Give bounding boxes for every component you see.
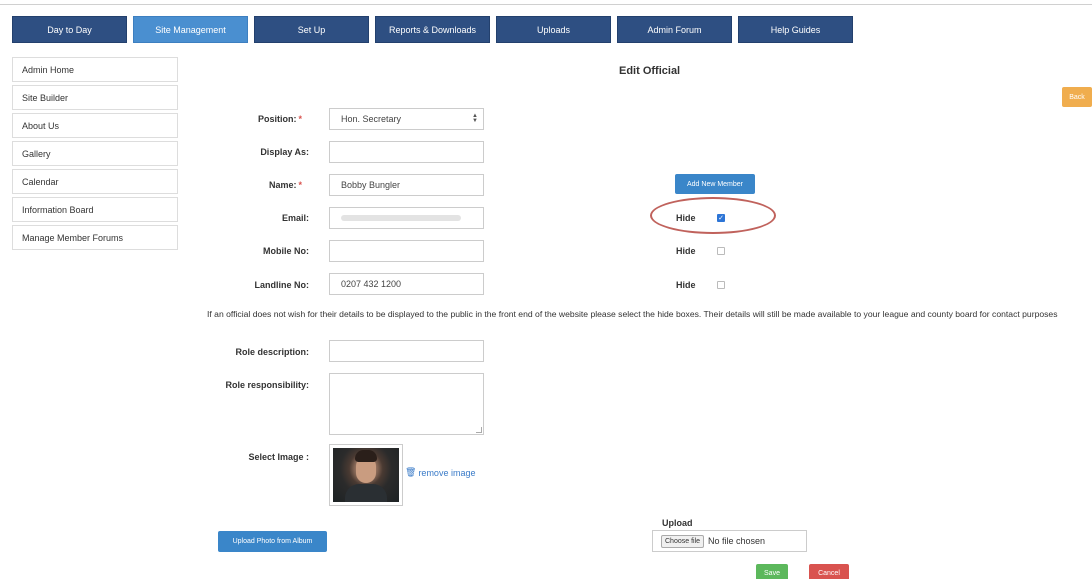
nav-site-management[interactable]: Site Management — [133, 16, 248, 43]
nav-help-guides[interactable]: Help Guides — [738, 16, 853, 43]
file-upload-input[interactable]: Choose file No file chosen — [652, 530, 807, 552]
name-label: Name: * — [268, 180, 302, 190]
upload-label: Upload — [662, 518, 693, 528]
sidebar: Admin Home Site Builder About Us Gallery… — [12, 57, 178, 253]
sidebar-item-gallery[interactable]: Gallery — [12, 141, 178, 166]
role-responsibility-label: Role responsibility: — [225, 380, 309, 390]
top-nav: Day to Day Site Management Set Up Report… — [12, 16, 853, 43]
mobile-input[interactable] — [329, 240, 484, 262]
display-as-input[interactable] — [329, 141, 484, 163]
sidebar-item-information-board[interactable]: Information Board — [12, 197, 178, 222]
email-value-redacted — [341, 215, 461, 221]
privacy-note: If an official does not wish for their d… — [207, 309, 1058, 319]
nav-uploads[interactable]: Uploads — [496, 16, 611, 43]
resize-grip-icon[interactable] — [476, 427, 482, 433]
sidebar-item-site-builder[interactable]: Site Builder — [12, 85, 178, 110]
highlight-circle — [650, 197, 776, 234]
name-input[interactable]: Bobby Bungler — [329, 174, 484, 196]
top-divider — [0, 4, 1092, 5]
email-label: Email: — [281, 213, 309, 223]
select-arrows-icon: ▲ ▼ — [472, 113, 478, 124]
hide-landline-label: Hide — [676, 280, 696, 290]
hide-mobile-label: Hide — [676, 246, 696, 256]
back-button[interactable]: Back — [1062, 87, 1092, 107]
save-button[interactable]: Save — [756, 564, 788, 579]
hide-mobile-checkbox[interactable] — [717, 247, 725, 255]
choose-file-button[interactable]: Choose file — [661, 534, 705, 548]
nav-set-up[interactable]: Set Up — [254, 16, 369, 43]
trash-icon: 🗑 — [405, 467, 417, 477]
required-marker: * — [298, 180, 302, 190]
required-marker: * — [298, 114, 302, 124]
mobile-label: Mobile No: — [263, 246, 309, 256]
sidebar-item-calendar[interactable]: Calendar — [12, 169, 178, 194]
email-input[interactable] — [329, 207, 484, 229]
no-file-text: No file chosen — [708, 536, 766, 546]
position-select[interactable]: Hon. Secretary ▲ ▼ — [329, 108, 484, 130]
sidebar-item-manage-member-forums[interactable]: Manage Member Forums — [12, 225, 178, 250]
select-image-label: Select Image : — [248, 452, 309, 462]
sidebar-item-about-us[interactable]: About Us — [12, 113, 178, 138]
official-photo — [333, 448, 399, 502]
role-description-input[interactable] — [329, 340, 484, 362]
add-new-member-button[interactable]: Add New Member — [675, 174, 755, 194]
position-selected-value: Hon. Secretary — [341, 114, 402, 124]
page-title: Edit Official — [619, 65, 681, 77]
nav-admin-forum[interactable]: Admin Forum — [617, 16, 732, 43]
remove-image-link[interactable]: 🗑 remove image — [405, 467, 475, 478]
nav-reports-downloads[interactable]: Reports & Downloads — [375, 16, 490, 43]
display-as-label: Display As: — [260, 147, 309, 157]
sidebar-item-admin-home[interactable]: Admin Home — [12, 57, 178, 82]
upload-photo-from-album-button[interactable]: Upload Photo from Album — [218, 531, 327, 552]
role-responsibility-textarea[interactable] — [329, 373, 484, 435]
role-description-label: Role description: — [235, 347, 309, 357]
position-label: Position: * — [257, 114, 302, 124]
nav-day-to-day[interactable]: Day to Day — [12, 16, 127, 43]
image-thumbnail[interactable] — [329, 444, 403, 506]
landline-label: Landline No: — [254, 280, 310, 290]
landline-input[interactable]: 0207 432 1200 — [329, 273, 484, 295]
remove-image-label: remove image — [418, 467, 476, 478]
cancel-button[interactable]: Cancel — [809, 564, 849, 579]
hide-landline-checkbox[interactable] — [717, 281, 725, 289]
